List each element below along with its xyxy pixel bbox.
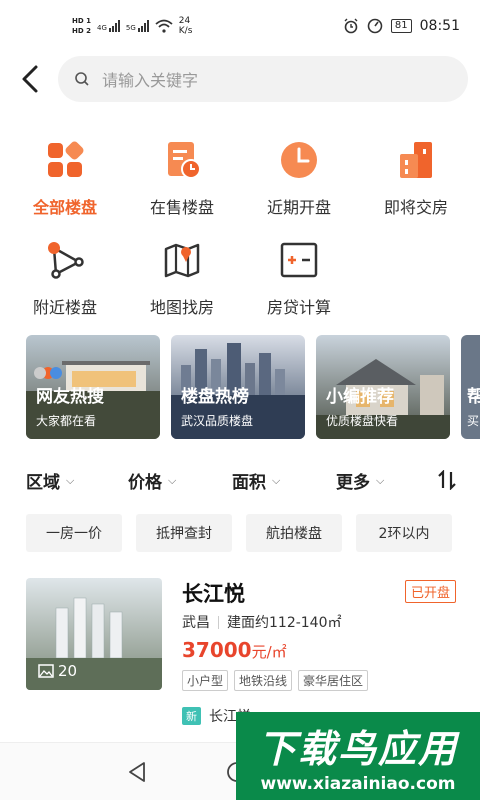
banner-subtitle: 买 (467, 414, 480, 428)
photo-count: 20 (58, 662, 78, 680)
chip-within-2nd-ring[interactable]: 2环以内 (356, 514, 452, 552)
listing-tag: 小户型 (182, 670, 229, 691)
buildings-icon (400, 142, 432, 178)
filter-area[interactable]: 面积 ⌵ (232, 468, 280, 493)
chevron-down-icon: ⌵ (376, 473, 385, 487)
filter-region[interactable]: 区域 ⌵ (26, 468, 74, 493)
category-opening-soon[interactable]: 近期开盘 (244, 140, 354, 218)
listing-card[interactable]: 20 长江悦 已开盘 武昌 建面约112-140㎡ 37000元/㎡ 小户型 地… (26, 578, 456, 708)
signal-icon (137, 20, 149, 32)
listing-title: 长江悦 (182, 582, 245, 606)
nav-back-icon[interactable] (126, 761, 148, 783)
alarm-icon (344, 18, 358, 34)
banner-hot-search[interactable]: 网友热搜 大家都在看 (26, 335, 160, 439)
filter-bar: 区域 ⌵ 价格 ⌵ 面积 ⌵ 更多 ⌵ (0, 462, 480, 496)
search-input[interactable]: 请输入关键字 (58, 56, 468, 102)
battery-indicator: 81 (390, 19, 412, 33)
chip-aerial-photo[interactable]: 航拍楼盘 (246, 514, 342, 552)
new-badge: 新 (182, 707, 201, 725)
banner-title: 楼盘热榜 (181, 387, 249, 407)
listing-price: 37000元/㎡ (182, 638, 287, 662)
filter-more[interactable]: 更多 ⌵ (336, 468, 384, 493)
watermark-url: www.xiazainiao.com (260, 774, 456, 794)
category-label: 附近楼盘 (32, 298, 97, 317)
category-label: 房贷计算 (266, 298, 331, 317)
banner-subtitle: 大家都在看 (36, 414, 97, 428)
listing-tag: 地铁沿线 (234, 670, 293, 691)
listing-thumbnail[interactable]: 20 (26, 578, 162, 690)
listing-tags: 小户型 地铁沿线 豪华居住区 (182, 670, 369, 691)
chip-mortgage-seizure[interactable]: 抵押查封 (136, 514, 232, 552)
banner-title: 网友热搜 (36, 387, 104, 407)
category-on-sale[interactable]: 在售楼盘 (127, 140, 237, 218)
listing-tag: 豪华居住区 (298, 670, 369, 691)
category-nearby[interactable]: 附近楼盘 (10, 240, 120, 318)
grid-icon (48, 141, 84, 177)
category-label: 即将交房 (383, 198, 448, 217)
category-label: 地图找房 (149, 298, 214, 317)
category-all[interactable]: 全部楼盘 (10, 140, 120, 218)
listing-area: 建面约112-140㎡ (227, 615, 342, 631)
category-label: 全部楼盘 (32, 198, 97, 217)
banner-title: 帮 (467, 387, 480, 407)
network-speed: 24 (178, 16, 191, 26)
filter-label: 更多 (336, 473, 370, 493)
sort-icon[interactable] (436, 470, 458, 490)
filter-price[interactable]: 价格 ⌵ (128, 468, 176, 493)
banner-editor-pick[interactable]: 小编推荐 优质楼盘快看 (316, 335, 450, 439)
banner-title: 小编推荐 (326, 387, 394, 407)
banner-hot-list[interactable]: 楼盘热榜 武汉品质楼盘 (171, 335, 305, 439)
top-bar: 请输入关键字 (0, 56, 480, 102)
banner-partial[interactable]: 帮 买 (461, 335, 480, 439)
banner-subtitle: 武汉品质楼盘 (181, 414, 254, 428)
speedometer-icon (367, 18, 383, 34)
divider (218, 615, 219, 629)
map-icon (164, 243, 200, 278)
category-mortgage-calculator[interactable]: 房贷计算 (244, 240, 354, 318)
signal-icon (108, 20, 120, 32)
document-clock-icon (168, 142, 201, 179)
chevron-down-icon: ⌵ (168, 473, 177, 487)
network-type-2: 5G (125, 24, 136, 32)
filter-label: 面积 (232, 473, 266, 493)
watermark-logo: 下载鸟应用 www.xiazainiao.com (236, 712, 480, 800)
status-bar: HD 1 HD 2 4G 5G 24 K/s 81 08:51 (0, 0, 480, 52)
search-icon (75, 72, 89, 86)
hd1-label: HD 1 (72, 17, 91, 25)
price-unit: 元/㎡ (251, 643, 287, 661)
banner-subtitle: 优质楼盘快看 (326, 414, 399, 428)
chevron-down-icon: ⌵ (272, 473, 281, 487)
banner-carousel: 网友热搜 大家都在看 楼盘热榜 武汉品质楼盘 小编推荐 优质楼盘快看 帮 买 (26, 335, 480, 439)
filter-label: 价格 (128, 473, 162, 493)
chip-one-house-one-price[interactable]: 一房一价 (26, 514, 122, 552)
search-placeholder: 请输入关键字 (102, 71, 199, 90)
network-speed-unit: K/s (178, 26, 193, 36)
wifi-icon (155, 19, 173, 33)
hd2-label: HD 2 (72, 27, 91, 35)
filter-label: 区域 (26, 473, 60, 493)
back-arrow-icon[interactable] (18, 64, 44, 94)
hd-indicator: HD 1 HD 2 (72, 16, 91, 36)
clock-icon (281, 142, 317, 178)
listing-district: 武昌 (182, 615, 210, 631)
photo-icon (38, 664, 54, 678)
calculator-icon (280, 242, 318, 278)
category-label: 在售楼盘 (149, 198, 214, 217)
chevron-down-icon: ⌵ (66, 473, 75, 487)
watermark-title: 下载鸟应用 (257, 727, 458, 771)
price-value: 37000 (182, 638, 252, 662)
category-delivery-soon[interactable]: 即将交房 (361, 140, 471, 218)
category-map[interactable]: 地图找房 (127, 240, 237, 318)
location-network-icon (48, 242, 84, 279)
category-label: 近期开盘 (266, 198, 331, 217)
status-badge: 已开盘 (404, 580, 456, 603)
clock-time: 08:51 (419, 18, 460, 34)
network-type-1: 4G (96, 24, 107, 32)
